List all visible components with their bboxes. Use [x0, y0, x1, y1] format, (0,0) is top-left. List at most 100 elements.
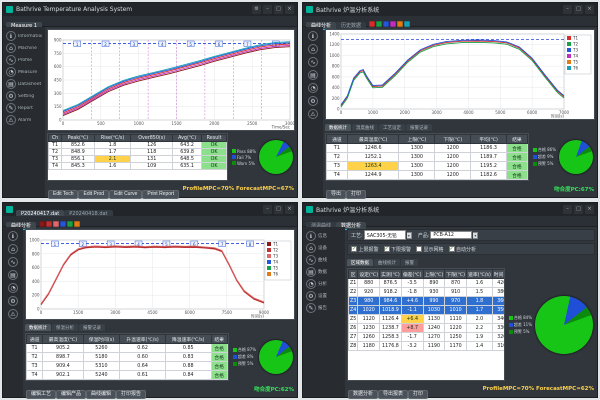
sidebar-item-machine[interactable]: ⌂设备 [305, 243, 343, 253]
maximize-button[interactable]: □ [574, 5, 583, 14]
column-header[interactable]: 上限(℃) [399, 135, 435, 144]
tab-item[interactable]: 保温分析 [52, 324, 78, 331]
titlebar[interactable]: Bathrive Temperature Analysis System ⚙–□… [3, 3, 297, 16]
column-header[interactable]: 降温速率(℃/s) [165, 335, 211, 344]
table-row[interactable]: Z2920918.2-1.89309101.5380合格 [349, 288, 505, 297]
tab-item[interactable]: 数据统计 [325, 124, 351, 131]
tab-item[interactable]: 报警 [401, 259, 418, 266]
edit-curve-button[interactable]: Edit Curve [109, 190, 142, 199]
table-row[interactable]: T41244.9130012001182.6合格 [327, 171, 528, 180]
table-row[interactable]: T2848.91.7118639.8OK [49, 149, 227, 156]
series-chip[interactable] [397, 21, 403, 27]
sidebar-item-machine[interactable]: ⌂Machine [5, 43, 43, 53]
column-header[interactable]: 实测(℃) [380, 270, 402, 279]
item-button[interactable]: 数据分析 [348, 390, 378, 399]
chart-canvas[interactable]: 0200400600800100001500300045006000750090… [26, 230, 294, 319]
tab-item[interactable]: 工艺设定 [379, 124, 405, 131]
series-chip[interactable] [390, 21, 396, 27]
tab-item[interactable]: 温度曲线 [352, 124, 378, 131]
sidebar-item-machine[interactable]: ⌂ [307, 44, 319, 54]
table-row[interactable]: T1905.252600.620.85合格 [27, 344, 228, 353]
column-header[interactable]: Peak(℃) [62, 135, 95, 142]
sidebar-item-datasheet[interactable]: ▤ [307, 70, 319, 80]
sidebar-item-settings[interactable]: ⚙设置 [305, 291, 343, 301]
print-report-button[interactable]: Print Report [142, 190, 179, 199]
series-chip[interactable] [67, 221, 73, 227]
close-button[interactable]: × [285, 205, 294, 214]
table-row[interactable]: Z511201126.4+6.4113011102.0340合格 [349, 315, 505, 324]
column-header[interactable]: 结果 [507, 135, 528, 144]
tab-item[interactable]: 报警记录 [406, 124, 432, 131]
field-value-select[interactable]: PCB-A12 [430, 231, 472, 239]
series-chip[interactable] [383, 21, 389, 27]
item-button[interactable]: 导出报表 [378, 390, 408, 399]
table-row[interactable]: T21252.1130012001189.7合格 [327, 153, 528, 162]
edit-tech-button[interactable]: Edit Tech [48, 190, 78, 199]
minimize-button[interactable]: – [563, 5, 572, 14]
column-header[interactable]: 通道 [327, 135, 348, 144]
column-header[interactable]: 时间(s) [492, 270, 504, 279]
sidebar-item-measure[interactable]: ◔ [7, 283, 19, 293]
checkbox-item[interactable]: 显示网格 [416, 246, 444, 253]
column-header[interactable]: 偏差(℃) [401, 270, 423, 279]
series-chip[interactable] [53, 221, 59, 227]
sidebar-item-profile[interactable]: ∿曲线 [305, 255, 343, 265]
series-chip[interactable] [46, 221, 52, 227]
column-header[interactable]: 升温速率(℃/s) [120, 335, 166, 344]
column-header[interactable]: 结果 [211, 335, 227, 344]
item-button[interactable]: 编辑工艺 [26, 390, 56, 399]
temperature-profile-chart[interactable]: 0150300450600750900050010001500200025003… [47, 29, 295, 131]
tab-item[interactable]: 区域数据 [347, 259, 373, 266]
item-button[interactable]: 编辑产品 [56, 390, 86, 399]
item-button[interactable]: 打印 [408, 390, 428, 399]
maximize-button[interactable]: □ [274, 5, 283, 14]
column-header[interactable]: Result [202, 135, 227, 142]
close-button[interactable]: × [585, 205, 594, 214]
sidebar-item-info[interactable]: ℹ信息 [305, 231, 343, 241]
sidebar-item-alarm[interactable]: ⚠Alarm [5, 115, 43, 125]
chevron-down-icon[interactable]: ▾ [473, 232, 478, 239]
chart-canvas[interactable]: 0150300450600750900050010001500200025003… [48, 30, 294, 130]
checkbox-item[interactable]: ✓下限报警 [384, 246, 412, 253]
chart-canvas[interactable]: 0200400600800100012001400010002000300040… [326, 30, 594, 119]
item-button[interactable]: 打印 [346, 190, 366, 199]
series-chip[interactable] [404, 21, 410, 27]
column-header[interactable]: Ch [49, 135, 62, 142]
sidebar-item-profile[interactable]: ∿ [7, 257, 19, 267]
column-header[interactable]: 上限(℃) [423, 270, 445, 279]
series-chip[interactable] [39, 221, 45, 227]
settings-button[interactable]: ⚙ [252, 5, 261, 14]
table-row[interactable]: T31263.4130012001195.2合格 [327, 162, 528, 171]
column-header[interactable]: 最高温度(℃) [347, 135, 399, 144]
close-button[interactable]: × [585, 5, 594, 14]
furnace-curve-chart[interactable]: 0200400600800100012001400010002000300040… [325, 29, 595, 120]
checkbox-item[interactable]: ✓自动分析 [449, 246, 477, 253]
table-row[interactable]: T11248.6130012001186.3合格 [327, 144, 528, 153]
column-header[interactable]: 区 [349, 270, 358, 279]
series-chip[interactable] [74, 221, 80, 227]
sidebar-item-measure[interactable]: ◔ [307, 83, 319, 93]
sidebar-item-alarm[interactable]: ⚠ [7, 309, 19, 319]
table-row[interactable]: T2898.751800.600.83合格 [27, 353, 228, 362]
sidebar-item-measure[interactable]: ◔分析 [305, 279, 343, 289]
series-chip[interactable] [376, 21, 382, 27]
minimize-button[interactable]: – [263, 5, 272, 14]
column-header[interactable]: 最高温度(℃) [43, 335, 83, 344]
column-header[interactable]: 速率(℃/s) [467, 270, 493, 279]
table-row[interactable]: T3909.453100.640.88合格 [27, 362, 228, 371]
column-header[interactable]: Rise(℃/s) [94, 135, 131, 142]
sidebar-item-datasheet[interactable]: ▤数据 [305, 267, 343, 277]
sidebar-item-alarm[interactable]: ⚠ [307, 109, 319, 119]
column-header[interactable]: 保温时间(s) [83, 335, 120, 344]
table-row[interactable]: Z712601258.3-1.7127012501.9320合格 [349, 333, 505, 342]
sidebar-item-settings[interactable]: ⚙Setting [5, 91, 43, 101]
close-button[interactable]: × [285, 5, 294, 14]
edit-prod-button[interactable]: Edit Prod [78, 190, 109, 199]
column-header[interactable]: 通道 [27, 335, 43, 344]
column-header[interactable]: 下限(℃) [445, 270, 467, 279]
series-chip[interactable] [60, 221, 66, 227]
table-row[interactable]: T1852.61.8126643.2OK [49, 142, 227, 149]
tab-item[interactable]: 报警记录 [79, 324, 105, 331]
sidebar-item-report[interactable]: ✎Report [5, 103, 43, 113]
sidebar-item-info[interactable]: ℹInformation [5, 31, 43, 41]
